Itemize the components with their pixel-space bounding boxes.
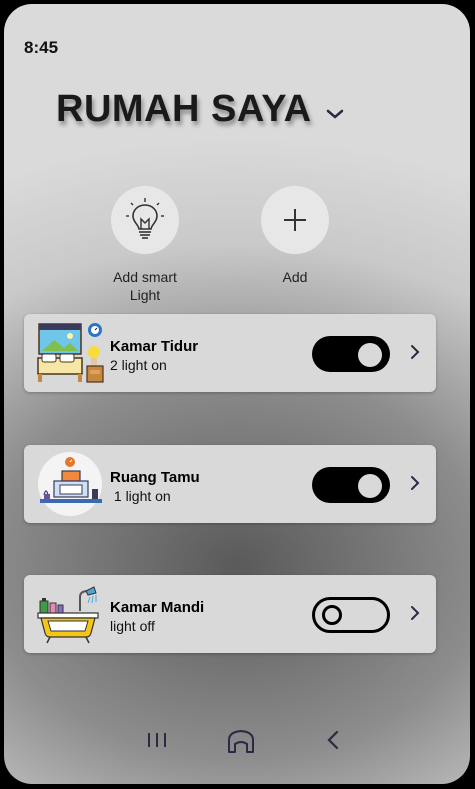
room-name: Kamar Tidur	[110, 338, 199, 355]
toggle-knob	[358, 474, 382, 498]
home-selector[interactable]: RUMAH SAYA	[56, 88, 344, 131]
room-card-kamar-tidur[interactable]: Kamar Tidur 2 light on	[24, 314, 436, 392]
add-light-circle[interactable]	[111, 186, 179, 254]
plus-icon	[284, 209, 306, 231]
status-time: 8:45	[24, 38, 59, 57]
room-status: light off	[110, 618, 155, 634]
toggle-knob	[322, 605, 342, 625]
room-status: 1 light on	[110, 488, 171, 504]
back-icon[interactable]	[326, 730, 340, 750]
living-room-icon	[38, 452, 102, 516]
room-toggle-kamar-tidur[interactable]	[312, 336, 390, 372]
chevron-right-icon[interactable]	[410, 605, 420, 621]
add-smart-light-label: Add smart Light	[113, 269, 177, 303]
lightbulb-icon	[126, 198, 164, 239]
room-name: Ruang Tamu	[110, 469, 200, 486]
chevron-right-icon[interactable]	[410, 344, 420, 360]
add-circle[interactable]	[261, 186, 329, 254]
room-card-kamar-mandi[interactable]: Kamar Mandi light off	[24, 575, 436, 653]
phone-screen: 8:45 RUMAH SAYA Add smart Light Add Kama…	[4, 4, 470, 784]
room-card-ruang-tamu[interactable]: Ruang Tamu 1 light on	[24, 445, 436, 523]
add-smart-light-button[interactable]: Add smart Light	[85, 186, 205, 304]
add-button[interactable]: Add	[235, 186, 355, 286]
bedroom-icon	[37, 323, 104, 383]
room-name: Kamar Mandi	[110, 599, 205, 616]
toggle-knob	[358, 343, 382, 367]
page-title: RUMAH SAYA	[56, 88, 312, 130]
home-icon[interactable]	[225, 728, 257, 756]
room-toggle-ruang-tamu[interactable]	[312, 467, 390, 503]
room-status: 2 light on	[110, 357, 167, 373]
room-toggle-kamar-mandi[interactable]	[312, 597, 390, 633]
add-label: Add	[282, 269, 308, 285]
chevron-down-icon[interactable]	[326, 108, 344, 120]
bathroom-icon	[37, 586, 99, 644]
chevron-right-icon[interactable]	[410, 475, 420, 491]
recent-apps-icon[interactable]	[146, 730, 168, 750]
